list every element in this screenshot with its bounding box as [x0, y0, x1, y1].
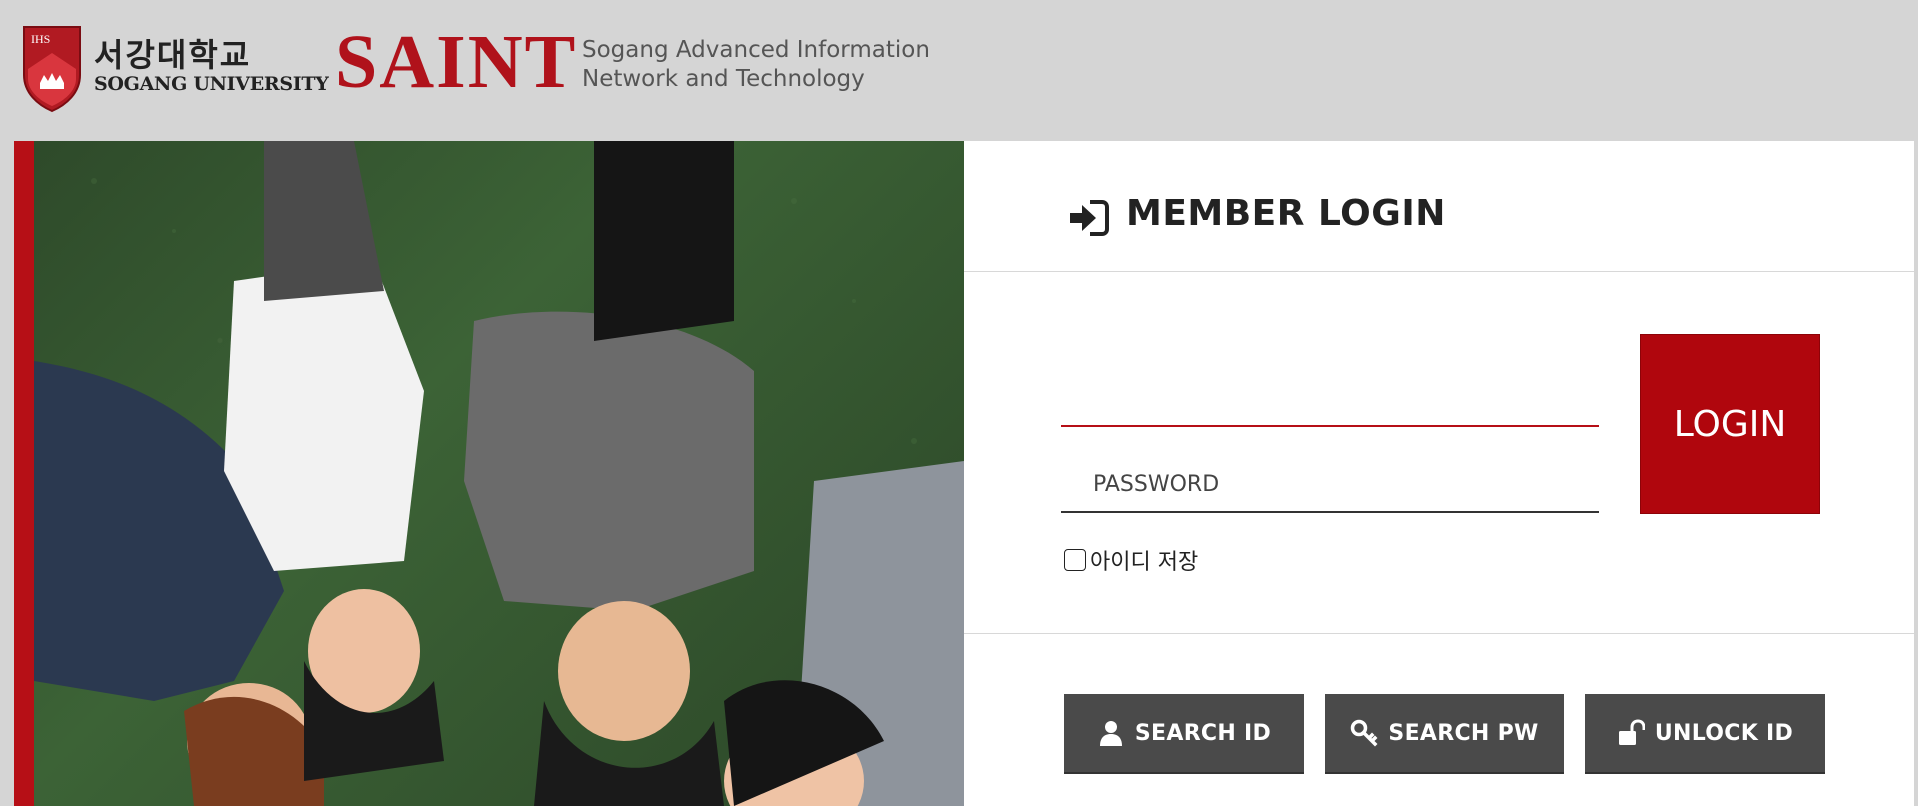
- key-icon: [1351, 719, 1378, 747]
- member-login-title: MEMBER LOGIN: [1126, 193, 1446, 234]
- search-pw-button[interactable]: SEARCH PW: [1325, 694, 1564, 774]
- login-button[interactable]: LOGIN: [1640, 334, 1820, 514]
- university-name-korean: 서강대학교: [94, 36, 252, 74]
- university-crest-logo[interactable]: IHS: [20, 23, 84, 113]
- search-id-button[interactable]: SEARCH ID: [1064, 694, 1304, 774]
- unlock-id-button[interactable]: UNLOCK ID: [1585, 694, 1825, 774]
- login-panel-header: MEMBER LOGIN: [964, 141, 1914, 272]
- search-pw-label: SEARCH PW: [1388, 720, 1539, 746]
- search-id-label: SEARCH ID: [1134, 720, 1272, 746]
- saint-brand-logo[interactable]: SAINT: [335, 22, 577, 102]
- university-name-english: SOGANG UNIVERSITY: [94, 73, 329, 95]
- login-panel: MEMBER LOGIN LOGIN 아이디 저장 SEARCH ID SEAR…: [964, 141, 1914, 806]
- brand-tagline: Sogang Advanced Information Network and …: [582, 36, 930, 94]
- section-divider: [964, 633, 1914, 634]
- remember-id-label[interactable]: 아이디 저장: [1090, 544, 1198, 576]
- svg-text:IHS: IHS: [31, 32, 50, 46]
- remember-id-checkbox[interactable]: 아이디 저장: [1064, 544, 1198, 576]
- students-photo: [34, 141, 964, 806]
- checkbox-box[interactable]: [1064, 549, 1086, 571]
- password-input[interactable]: [1061, 457, 1599, 513]
- user-id-input[interactable]: [1061, 375, 1599, 427]
- tagline-line-1: Sogang Advanced Information: [582, 37, 930, 63]
- tagline-line-2: Network and Technology: [582, 66, 865, 92]
- red-accent-strip: [14, 141, 34, 806]
- header: IHS 서강대학교 SOGANG UNIVERSITY SAINT Sogang…: [0, 0, 1918, 141]
- unlock-id-label: UNLOCK ID: [1654, 720, 1794, 746]
- user-icon: [1099, 721, 1122, 746]
- sign-in-icon: [1070, 200, 1109, 236]
- unlock-icon: [1618, 719, 1645, 745]
